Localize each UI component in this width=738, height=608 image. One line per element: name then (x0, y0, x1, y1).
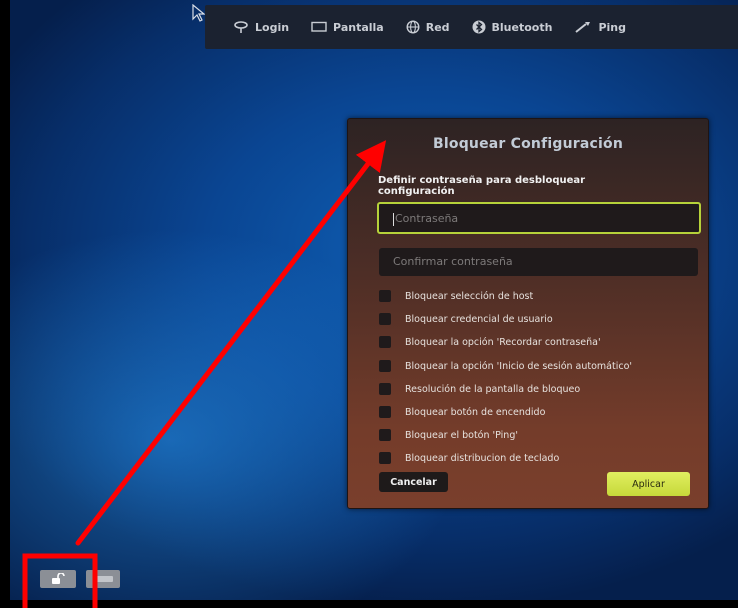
checkbox[interactable] (379, 383, 391, 395)
option-lock-keyboard-layout[interactable]: Bloquear distribucion de teclado (379, 452, 559, 464)
checkbox[interactable] (379, 313, 391, 325)
option-label: Bloquear selección de host (405, 290, 534, 302)
wrench-icon (575, 22, 591, 33)
option-label: Resolución de la pantalla de bloqueo (405, 383, 581, 395)
checkbox[interactable] (379, 336, 391, 348)
password-placeholder: Contraseña (395, 212, 459, 225)
login-button[interactable]: Login (233, 21, 289, 34)
option-lock-host-selection[interactable]: Bloquear selección de host (379, 290, 533, 302)
option-lock-ping-button[interactable]: Bloquear el botón 'Ping' (379, 429, 518, 441)
keyboard-button[interactable] (86, 570, 120, 588)
red-label: Red (425, 20, 450, 34)
dialog-title: Bloquear Configuración (433, 136, 623, 152)
option-label: Bloquear la opción 'Inicio de sesión aut… (405, 360, 633, 372)
option-lock-remember-password[interactable]: Bloquear la opción 'Recordar contraseña' (379, 336, 601, 348)
login-icon (234, 21, 248, 33)
globe-icon (406, 20, 420, 34)
dialog-subtitle: Definir contraseña para desbloquear conf… (378, 175, 586, 197)
bluetooth-button[interactable]: Bluetooth (472, 20, 553, 34)
bluetooth-icon (472, 20, 486, 34)
pantalla-button[interactable]: Pantalla (311, 21, 384, 34)
apply-button[interactable]: Aplicar (607, 472, 690, 496)
option-label: Bloquear la opción 'Recordar contraseña' (405, 336, 601, 348)
option-lock-auto-login[interactable]: Bloquear la opción 'Inicio de sesión aut… (379, 360, 632, 372)
lock-settings-button[interactable] (40, 570, 76, 588)
login-label: Login (255, 20, 290, 34)
cancel-button[interactable]: Cancelar (379, 472, 448, 492)
checkbox[interactable] (379, 360, 391, 372)
pantalla-label: Pantalla (333, 20, 384, 34)
confirm-password-placeholder: Confirmar contraseña (393, 255, 513, 268)
checkbox[interactable] (379, 429, 391, 441)
option-label: Bloquear distribucion de teclado (405, 452, 560, 464)
checkbox[interactable] (379, 290, 391, 302)
red-button[interactable]: Red (406, 20, 450, 34)
bluetooth-label: Bluetooth (491, 20, 553, 34)
top-toolbar: Login Pantalla Red Bluetooth Ping (205, 5, 738, 49)
ping-label: Ping (598, 20, 626, 34)
option-lock-user-credential[interactable]: Bloquear credencial de usuario (379, 313, 553, 325)
lock-settings-dialog: Bloquear Configuración Definir contraseñ… (347, 118, 709, 509)
option-lock-screen-resolution[interactable]: Resolución de la pantalla de bloqueo (379, 383, 580, 395)
unlocked-padlock-icon (52, 573, 65, 584)
checkbox[interactable] (379, 406, 391, 418)
monitor-icon (311, 21, 327, 32)
ping-button[interactable]: Ping (574, 21, 626, 34)
option-label: Bloquear credencial de usuario (405, 313, 553, 325)
checkbox[interactable] (379, 452, 391, 464)
password-field[interactable]: Contraseña (377, 202, 701, 234)
confirm-password-field[interactable]: Confirmar contraseña (379, 248, 698, 276)
mouse-cursor-icon (192, 4, 206, 22)
keyboard-icon (93, 576, 113, 582)
text-caret (393, 212, 394, 226)
option-label: Bloquear botón de encendido (405, 406, 546, 418)
option-lock-power-button[interactable]: Bloquear botón de encendido (379, 406, 545, 418)
option-label: Bloquear el botón 'Ping' (405, 429, 518, 441)
